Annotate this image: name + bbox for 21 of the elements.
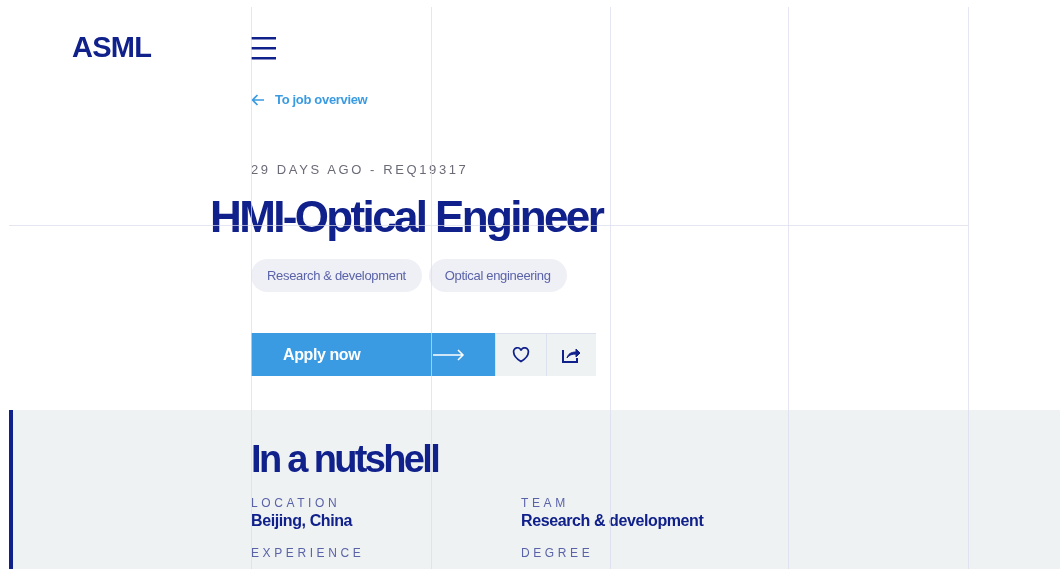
logo[interactable]: ASML: [72, 31, 152, 63]
tag[interactable]: Research & development: [251, 259, 422, 292]
apply-button[interactable]: Apply now: [251, 333, 495, 376]
fact-value: Beijing, China: [251, 511, 353, 531]
job-title: HMI-Optical Engineer: [210, 191, 603, 243]
fact-label: LOCATION: [251, 496, 341, 510]
share-button[interactable]: [546, 333, 596, 376]
fact-label: TEAM: [521, 496, 569, 510]
job-meta: 29 DAYS AGO - REQ19317: [251, 160, 469, 179]
heart-icon: [512, 347, 530, 363]
arrow-left-icon: [251, 93, 265, 106]
back-link[interactable]: To job overview: [251, 90, 368, 110]
arrow-right-icon: [433, 348, 465, 361]
tag[interactable]: Optical engineering: [428, 259, 567, 292]
fact-value: Research & development: [521, 511, 704, 531]
fact-label: DEGREE: [521, 546, 594, 560]
fact-label: EXPERIENCE: [251, 546, 365, 560]
menu-icon[interactable]: [251, 36, 276, 61]
favorite-button[interactable]: [495, 333, 546, 376]
share-icon: [562, 347, 581, 363]
section-heading: In a nutshell: [251, 437, 439, 482]
